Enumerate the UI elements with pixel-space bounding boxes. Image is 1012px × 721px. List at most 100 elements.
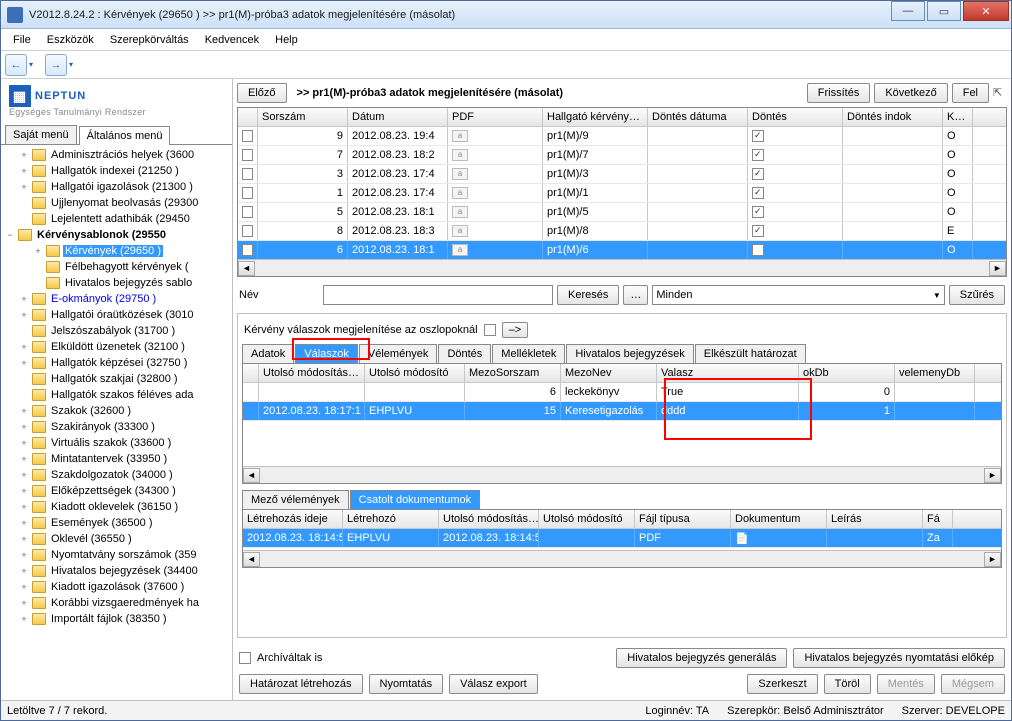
answers-header[interactable] <box>243 364 259 382</box>
menu-role[interactable]: Szerepkörváltás <box>102 31 197 49</box>
tree-item[interactable]: +Hivatalos bejegyzések (34400 <box>1 563 232 579</box>
answers-hscrollbar[interactable]: ◄► <box>243 466 1001 483</box>
tree-item[interactable]: +Hallgatók képzései (32750 ) <box>1 355 232 371</box>
menu-tools[interactable]: Eszközök <box>39 31 102 49</box>
tree-item[interactable]: +Szakdolgozatok (34000 ) <box>1 467 232 483</box>
documents-header[interactable]: Utolsó módosítás… <box>439 510 539 528</box>
grid-row[interactable]: 62012.08.23. 18:1apr1(M)/6O <box>238 241 1006 259</box>
tree-item[interactable]: +Elküldött üzenetek (32100 ) <box>1 339 232 355</box>
menu-favorites[interactable]: Kedvencek <box>197 31 267 49</box>
tree-item[interactable]: +Események (36500 ) <box>1 515 232 531</box>
tree-item[interactable]: +E-okmányok (29750 ) <box>1 291 232 307</box>
tab-válaszok[interactable]: Válaszok <box>295 344 358 363</box>
tree-item[interactable]: +Oklevél (36550 ) <box>1 531 232 547</box>
grid-row[interactable]: 12012.08.23. 17:4apr1(M)/1O <box>238 184 1006 203</box>
main-grid[interactable]: SorszámDátumPDFHallgató kérvény…Döntés d… <box>237 107 1007 277</box>
tree-item[interactable]: +Kérvények (29650 ) <box>1 243 232 259</box>
tab-mellékletek[interactable]: Mellékletek <box>492 344 565 363</box>
lefttab-own[interactable]: Saját menü <box>5 125 77 144</box>
print-button[interactable]: Nyomtatás <box>369 674 444 694</box>
nav-back-dropdown[interactable]: ▾ <box>29 60 39 69</box>
cancel-button[interactable]: Mégsem <box>941 674 1005 694</box>
tree-item[interactable]: Hivatalos bejegyzés sablo <box>1 275 232 291</box>
tree-item[interactable]: +Hallgatói igazolások (21300 ) <box>1 179 232 195</box>
grid-header[interactable]: Dátum <box>348 108 448 126</box>
answers-header[interactable]: MezoNev <box>561 364 657 382</box>
nav-forward-button[interactable]: → <box>45 54 67 76</box>
grid-row[interactable]: 72012.08.23. 18:2apr1(M)/7O <box>238 146 1006 165</box>
tree-item[interactable]: Lejelentett adathibák (29450 <box>1 211 232 227</box>
tree-item[interactable]: Jelszószabályok (31700 ) <box>1 323 232 339</box>
delete-button[interactable]: Töröl <box>824 674 871 694</box>
answers-header[interactable]: Utolsó módosító <box>365 364 465 382</box>
print-preview-button[interactable]: Hivatalos bejegyzés nyomtatási előkép <box>793 648 1005 668</box>
lefttab-general[interactable]: Általános menü <box>79 126 171 145</box>
grid-row[interactable]: 92012.08.23. 19:4apr1(M)/9O <box>238 127 1006 146</box>
grid-header[interactable]: K… <box>943 108 973 126</box>
up-button[interactable]: Fel <box>952 83 989 103</box>
answers-row[interactable]: 6leckekönyvTrue0 <box>243 383 1001 402</box>
tab-elkészült határozat[interactable]: Elkészült határozat <box>695 344 806 363</box>
tree-item[interactable]: +Importált fájlok (38350 ) <box>1 611 232 627</box>
search-button[interactable]: Keresés <box>557 285 619 305</box>
tree-item[interactable]: +Szakok (32600 ) <box>1 403 232 419</box>
documents-grid[interactable]: Létrehozás idejeLétrehozóUtolsó módosítá… <box>242 510 1002 568</box>
grid-header[interactable]: Döntés <box>748 108 843 126</box>
pin-icon[interactable]: ⇱ <box>993 86 1007 100</box>
gen-entry-button[interactable]: Hivatalos bejegyzés generálás <box>616 648 787 668</box>
answers-header[interactable]: okDb <box>799 364 895 382</box>
tree-item[interactable]: −Kérvénysablonok (29550 <box>1 227 232 243</box>
search-combo[interactable]: Minden▼ <box>652 285 944 305</box>
grid-hscrollbar[interactable]: ◄► <box>238 259 1006 276</box>
grid-header[interactable]: Döntés indok <box>843 108 943 126</box>
search-input[interactable] <box>323 285 553 305</box>
nav-back-button[interactable]: ← <box>5 54 27 76</box>
documents-hscrollbar[interactable]: ◄► <box>243 550 1001 567</box>
tree-item[interactable]: +Hallgatók indexei (21250 ) <box>1 163 232 179</box>
tree-item[interactable]: Hallgatók szakjai (32800 ) <box>1 371 232 387</box>
next-button[interactable]: Következő <box>874 83 947 103</box>
grid-row[interactable]: 32012.08.23. 17:4apr1(M)/3O <box>238 165 1006 184</box>
grid-header[interactable] <box>238 108 258 126</box>
tree-item[interactable]: Ujjlenyomat beolvasás (29300 <box>1 195 232 211</box>
minimize-button[interactable]: — <box>891 1 925 21</box>
edit-button[interactable]: Szerkeszt <box>747 674 817 694</box>
tree-item[interactable]: +Korábbi vizsgaeredmények ha <box>1 595 232 611</box>
tab-adatok[interactable]: Adatok <box>242 344 294 363</box>
close-button[interactable]: ✕ <box>963 1 1009 21</box>
nav-tree[interactable]: +Adminisztrációs helyek (3600+Hallgatók … <box>1 145 232 700</box>
prev-button[interactable]: Előző <box>237 83 287 103</box>
tree-item[interactable]: +Mintatantervek (33950 ) <box>1 451 232 467</box>
grid-row[interactable]: 52012.08.23. 18:1apr1(M)/5O <box>238 203 1006 222</box>
tree-item[interactable]: Félbehagyott kérvények ( <box>1 259 232 275</box>
answers-header[interactable]: velemenyDb <box>895 364 975 382</box>
grid-header[interactable]: Sorszám <box>258 108 348 126</box>
answers-header[interactable]: Utolsó módosítás… <box>259 364 365 382</box>
subtab[interactable]: Mező vélemények <box>242 490 349 509</box>
export-answer-button[interactable]: Válasz export <box>449 674 538 694</box>
tree-item[interactable]: Hallgatók szakos féléves ada <box>1 387 232 403</box>
documents-header[interactable]: Fá <box>923 510 953 528</box>
tree-item[interactable]: +Hallgatói óraütközések (3010 <box>1 307 232 323</box>
tree-item[interactable]: +Adminisztrációs helyek (3600 <box>1 147 232 163</box>
maximize-button[interactable]: ▭ <box>927 1 961 21</box>
tree-item[interactable]: +Előképzettségek (34300 ) <box>1 483 232 499</box>
archived-checkbox[interactable] <box>239 652 251 664</box>
documents-row[interactable]: 2012.08.23. 18:14:5EHPLVU2012.08.23. 18:… <box>243 529 1001 548</box>
answers-row[interactable]: 2012.08.23. 18:17:1EHPLVU15Keresetigazol… <box>243 402 1001 421</box>
documents-header[interactable]: Leírás <box>827 510 923 528</box>
documents-header[interactable]: Létrehozó <box>343 510 439 528</box>
documents-header[interactable]: Utolsó módosító <box>539 510 635 528</box>
tree-item[interactable]: +Nyomtatvány sorszámok (359 <box>1 547 232 563</box>
subtab[interactable]: Csatolt dokumentumok <box>350 490 481 509</box>
tab-vélemények[interactable]: Vélemények <box>359 344 438 363</box>
tree-item[interactable]: +Szakirányok (33300 ) <box>1 419 232 435</box>
grid-row[interactable]: 82012.08.23. 18:3apr1(M)/8E <box>238 222 1006 241</box>
answers-header[interactable]: Valasz <box>657 364 799 382</box>
tree-item[interactable]: +Kiadott igazolások (37600 ) <box>1 579 232 595</box>
apply-arrow-button[interactable]: –> <box>502 322 529 338</box>
create-decision-button[interactable]: Határozat létrehozás <box>239 674 363 694</box>
tab-döntés[interactable]: Döntés <box>438 344 491 363</box>
tree-item[interactable]: +Kiadott oklevelek (36150 ) <box>1 499 232 515</box>
tree-item[interactable]: +Virtuális szakok (33600 ) <box>1 435 232 451</box>
